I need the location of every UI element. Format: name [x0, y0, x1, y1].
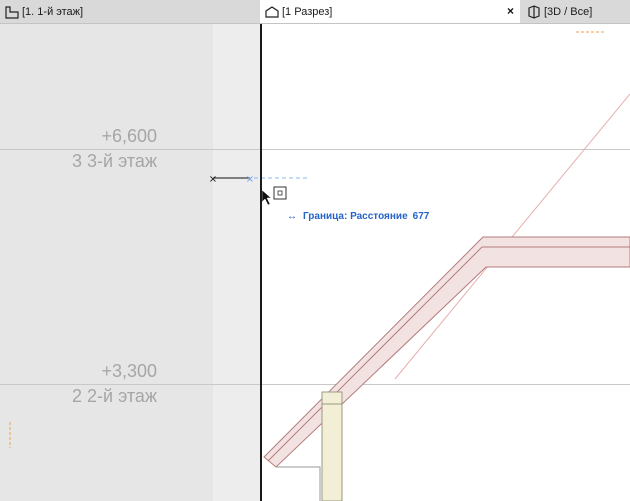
tab-floor-plan-label: [1. 1-й этаж] — [22, 5, 84, 18]
section-boundary-line — [260, 24, 262, 501]
view-tab-bar: [1. 1-й этаж] [1 Разрез] × [3D / Все] — [0, 0, 630, 24]
tracker-hint: ↔ Граница: Расстояние 677 — [287, 211, 429, 222]
tab-3d-label: [3D / Все] — [544, 5, 593, 18]
tracker-value: 677 — [412, 211, 430, 222]
tab-floor-plan[interactable]: [1. 1-й этаж] — [0, 0, 260, 23]
tab-section[interactable]: [1 Разрез] × — [260, 0, 520, 23]
close-tab-icon[interactable]: × — [507, 4, 514, 18]
section-drawing: × × — [9, 31, 630, 501]
double-arrow-icon: ↔ — [287, 211, 297, 222]
tracker-label: Граница: Расстояние — [303, 211, 408, 222]
section-icon — [264, 4, 280, 20]
column — [321, 391, 343, 501]
wall-stub — [276, 466, 321, 501]
svg-text:×: × — [246, 174, 254, 185]
mouse-cursor — [261, 189, 272, 206]
roof-slab — [263, 236, 630, 468]
tab-section-label: [1 Разрез] — [282, 5, 333, 18]
floor-plan-icon — [4, 4, 20, 20]
tab-3d[interactable]: [3D / Все] — [522, 0, 630, 23]
roof-layer-line-diag — [267, 246, 483, 462]
svg-text:×: × — [209, 174, 217, 185]
section-canvas[interactable]: +6,600 3 3-й этаж +3,300 2 2-й этаж × × … — [0, 24, 630, 501]
cube-3d-icon — [526, 4, 542, 20]
